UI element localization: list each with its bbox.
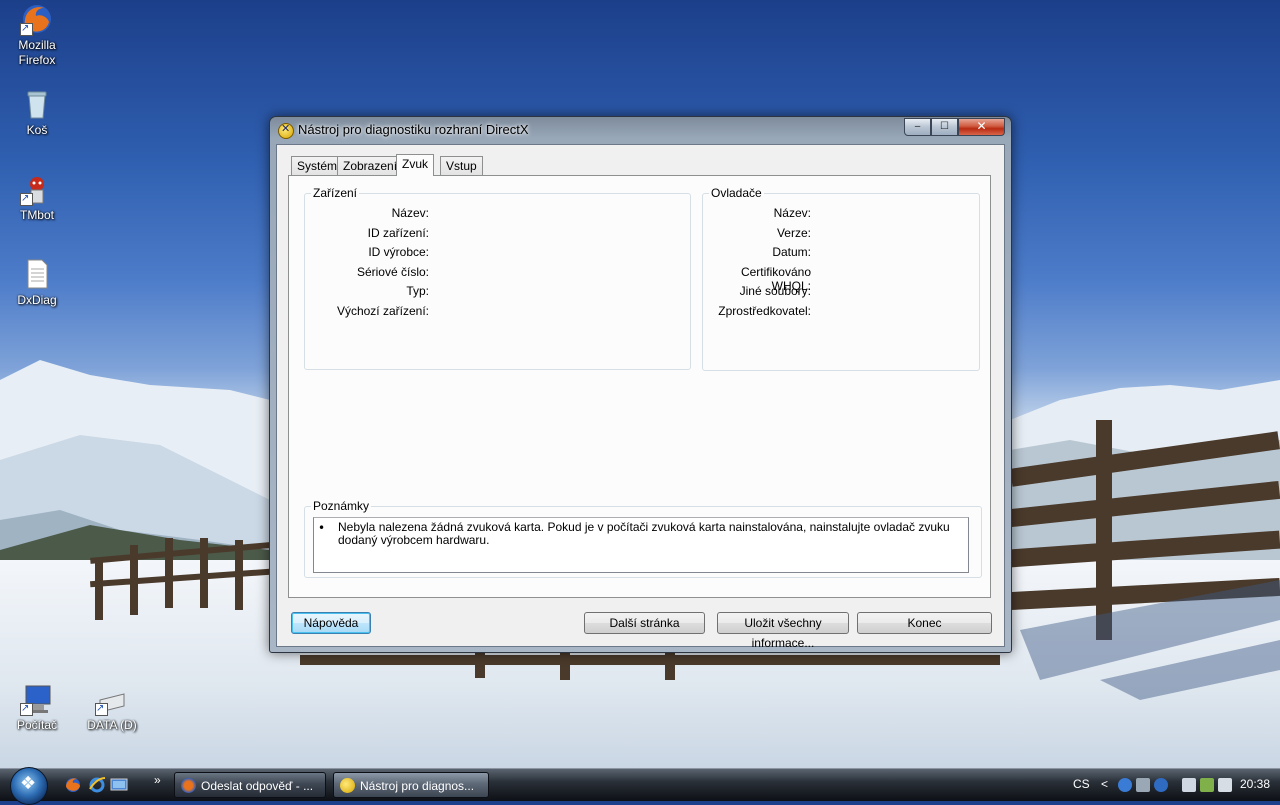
vendor-id-label: ID výrobce: xyxy=(368,245,429,259)
serial-number-label: Sériové číslo: xyxy=(356,265,429,279)
caption-buttons: ‒ ☐ ✕ xyxy=(904,118,1005,136)
default-device-label: Výchozí zařízení: xyxy=(336,304,429,318)
desktop-icon-tmbot[interactable]: TMbot xyxy=(0,172,74,223)
shortcut-arrow-icon xyxy=(20,21,33,36)
document-icon xyxy=(20,257,54,291)
save-all-info-button[interactable]: Uložit všechny informace... xyxy=(717,612,849,650)
window-client-area: Systém Zobrazení Zvuk Vstup Zařízení Náz… xyxy=(276,144,1005,650)
tab-system[interactable]: Systém xyxy=(291,156,344,175)
device-name-label: Název: xyxy=(391,206,429,220)
minimize-button[interactable]: ‒ xyxy=(904,118,931,136)
firefox-icon xyxy=(181,778,196,793)
shortcut-arrow-icon xyxy=(20,701,33,716)
provider-label: Zprostředkovatel: xyxy=(718,304,811,318)
exit-button[interactable]: Konec xyxy=(857,612,992,634)
drivers-group-title: Ovladače xyxy=(709,186,764,200)
notes-group-title: Poznámky xyxy=(311,499,372,513)
firefox-icon xyxy=(20,2,54,36)
close-button[interactable]: ✕ xyxy=(958,118,1005,136)
desktop-icon-recycle-bin[interactable]: Koš xyxy=(0,87,74,138)
volume-muted-icon[interactable] xyxy=(1218,778,1232,792)
clock[interactable]: 20:38 xyxy=(1240,777,1270,791)
taskbar-item-label: Nástroj pro diagnos... xyxy=(360,779,475,793)
note-item: Nebyla nalezena žádná zvuková karta. Pok… xyxy=(338,520,950,547)
directx-icon xyxy=(278,122,294,139)
driver-name-label: Název: xyxy=(773,206,811,220)
update-icon[interactable] xyxy=(1118,778,1132,792)
computer-icon xyxy=(20,682,54,716)
maximize-button[interactable]: ☐ xyxy=(931,118,958,136)
other-files-label: Jiné soubory: xyxy=(739,284,811,298)
show-hidden-icons-icon[interactable]: < xyxy=(1101,777,1108,791)
device-group: Zařízení Název: ID zařízení: ID výrobce:… xyxy=(304,186,691,370)
desktop-icon-label: Mozilla xyxy=(18,38,56,52)
desktop-icon-dxdiag[interactable]: DxDiag xyxy=(0,257,74,308)
start-button[interactable] xyxy=(10,767,48,805)
desktop-icon-firefox[interactable]: Mozilla Firefox xyxy=(0,2,74,68)
notes-group: Poznámky • Nebyla nalezena žádná zvuková… xyxy=(304,499,982,578)
notes-textbox[interactable]: • Nebyla nalezena žádná zvuková karta. P… xyxy=(313,517,969,573)
help-button[interactable]: Nápověda xyxy=(291,612,371,634)
device-group-title: Zařízení xyxy=(311,186,360,200)
shortcut-arrow-icon xyxy=(20,191,33,206)
next-page-button[interactable]: Další stránka xyxy=(584,612,705,634)
tab-panel-sound: Zařízení Název: ID zařízení: ID výrobce:… xyxy=(288,175,991,598)
recycle-bin-icon xyxy=(20,87,54,121)
taskbar: » Odeslat odpověď - ... Nástroj pro diag… xyxy=(0,767,1280,805)
desktop-icon-drive[interactable]: DATA (D) xyxy=(75,690,149,733)
tab-display[interactable]: Zobrazení xyxy=(337,156,404,175)
wireless-icon[interactable] xyxy=(1154,778,1168,792)
desktop-icon-label: TMbot xyxy=(19,208,54,222)
desktop-icon-label: DATA (D) xyxy=(87,718,137,732)
desktop-icon-label: Firefox xyxy=(18,53,56,67)
tab-input[interactable]: Vstup xyxy=(440,156,483,175)
note-bullet: • xyxy=(318,521,326,535)
tab-sound[interactable]: Zvuk xyxy=(396,154,435,176)
tmbot-icon xyxy=(20,172,54,206)
show-desktop-icon[interactable] xyxy=(110,776,128,794)
network-icon[interactable] xyxy=(1136,778,1150,792)
taskbar-item-firefox[interactable]: Odeslat odpověď - ... xyxy=(174,772,326,798)
taskbar-item-dxdiag[interactable]: Nástroj pro diagnos... xyxy=(333,772,489,798)
desktop-icon-label: DxDiag xyxy=(17,293,57,307)
window-title: Nástroj pro diagnostiku rozhraní DirectX xyxy=(298,122,529,137)
quicklaunch-overflow-icon[interactable]: » xyxy=(154,773,161,787)
device-id-label: ID zařízení: xyxy=(367,226,429,240)
internet-explorer-icon[interactable] xyxy=(88,776,106,794)
drivers-group: Ovladače Název: Verze: Datum: Certifikov… xyxy=(702,186,980,371)
safely-remove-icon[interactable] xyxy=(1200,778,1214,792)
taskbar-item-label: Odeslat odpověď - ... xyxy=(201,779,314,793)
type-label: Typ: xyxy=(406,284,429,298)
window-titlebar[interactable]: Nástroj pro diagnostiku rozhraní DirectX… xyxy=(270,117,1011,143)
device-icon[interactable] xyxy=(1182,778,1196,792)
desktop-icon-label: Koš xyxy=(26,123,48,137)
desktop-icon-computer[interactable]: Počítač xyxy=(0,682,74,733)
driver-version-label: Verze: xyxy=(776,226,811,240)
language-indicator[interactable]: CS xyxy=(1073,777,1090,791)
drive-icon xyxy=(95,690,129,716)
dxdiag-window[interactable]: Nástroj pro diagnostiku rozhraní DirectX… xyxy=(269,116,1012,653)
driver-date-label: Datum: xyxy=(772,245,811,259)
firefox-quicklaunch-icon[interactable] xyxy=(64,776,82,794)
directx-icon xyxy=(340,778,355,793)
desktop-icon-label: Počítač xyxy=(16,718,58,732)
shortcut-arrow-icon xyxy=(95,701,108,716)
